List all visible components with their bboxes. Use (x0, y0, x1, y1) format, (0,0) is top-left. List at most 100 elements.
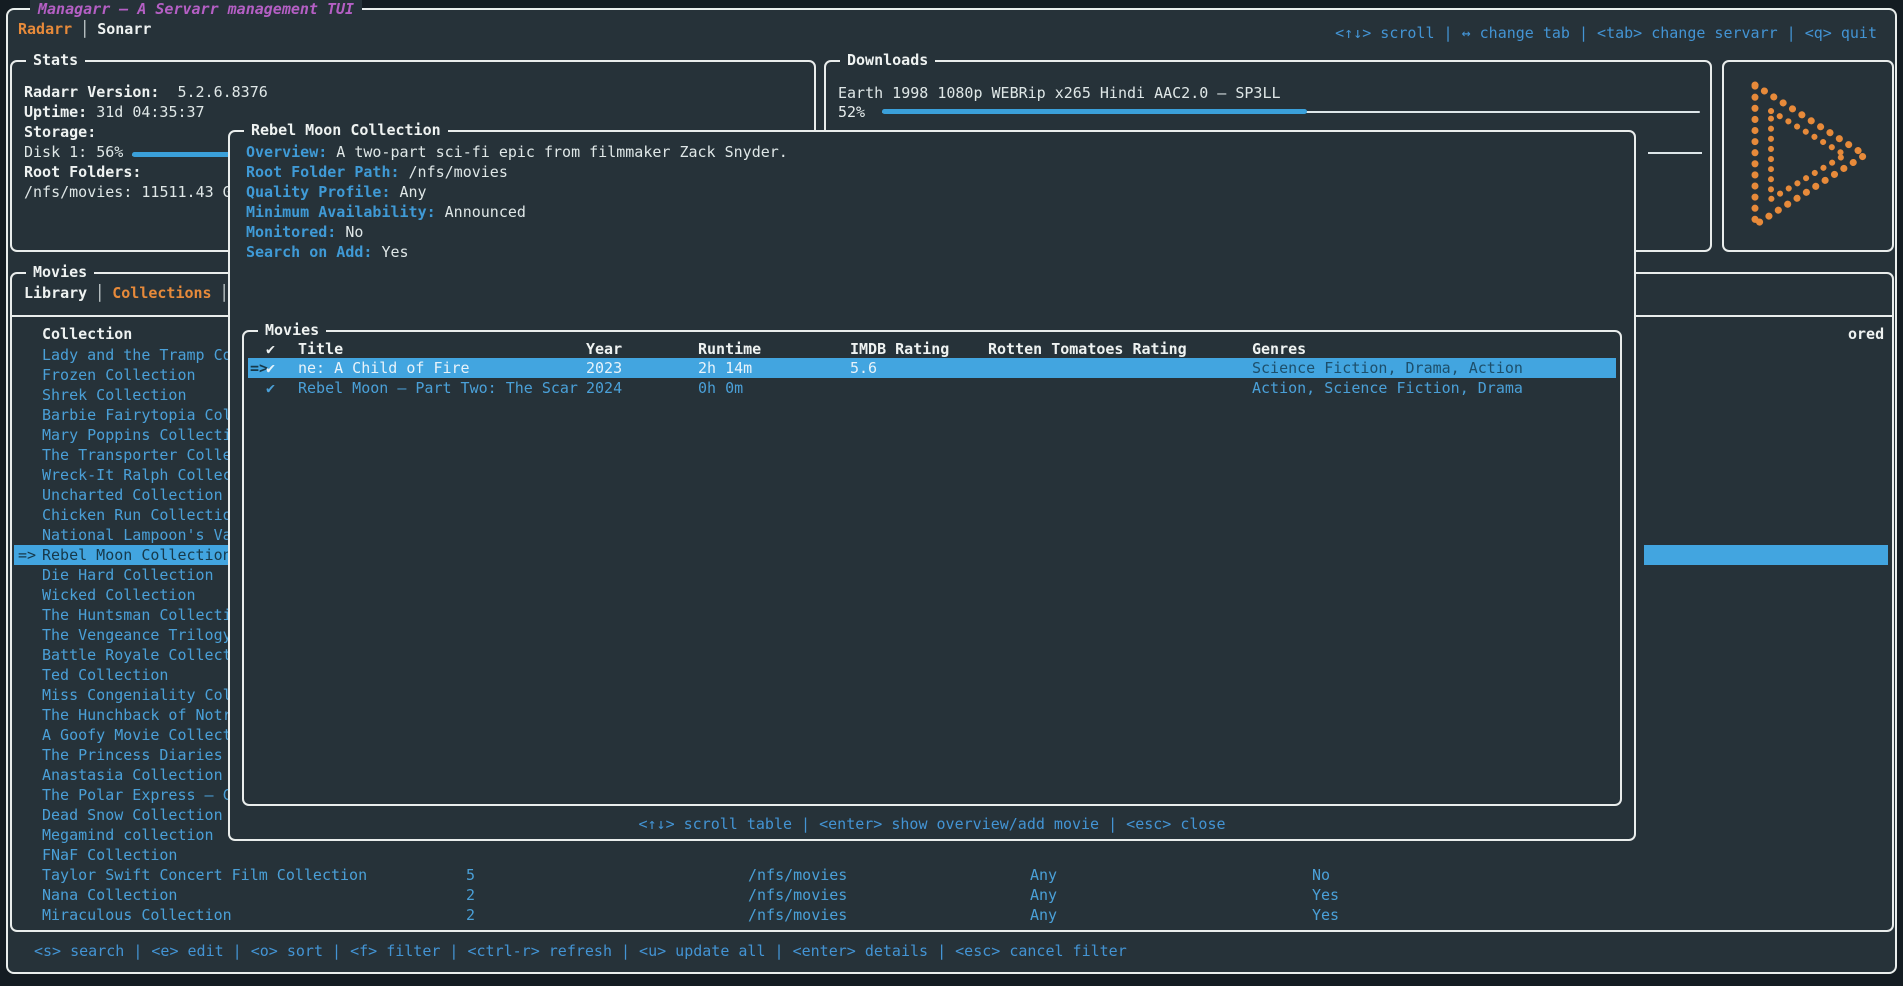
collection-list-item[interactable]: A Goofy Movie Collect (14, 725, 232, 745)
collection-name: Nana Collection (42, 885, 177, 905)
field-value: Any (400, 183, 427, 201)
collection-list-item[interactable]: Miss Congeniality Col (14, 685, 232, 705)
collection-list-item[interactable]: Barbie Fairytopia Col (14, 405, 232, 425)
collection-list-item[interactable]: =>Rebel Moon Collection (14, 545, 232, 565)
movie-year: 2024 (586, 378, 622, 398)
field-label: Overview: (246, 143, 327, 161)
collection-list-item[interactable]: Shrek Collection (14, 385, 232, 405)
servarr-tab-bar: Radarr│Sonarr (18, 20, 151, 38)
collection-list-item[interactable]: The Huntsman Collecti (14, 605, 232, 625)
field-label: Root Folder Path: (246, 163, 400, 181)
collection-table-row[interactable]: Taylor Swift Concert Film Collection 5 /… (14, 865, 1888, 885)
monitored-check-icon: ✔ (266, 358, 275, 378)
collection-quality-profile: Any (1030, 865, 1057, 885)
field-label: Minimum Availability: (246, 203, 436, 221)
collection-list-item[interactable]: The Transporter Colle (14, 445, 232, 465)
monitored-check-icon: ✔ (266, 378, 275, 398)
movie-genres: Action, Science Fiction, Drama (1252, 378, 1523, 398)
collection-list-item[interactable]: FNaF Collection (14, 845, 232, 865)
tab-radarr[interactable]: Radarr (18, 20, 72, 38)
collection-list-item[interactable]: Frozen Collection (14, 365, 232, 385)
tab-library[interactable]: Library (24, 284, 87, 302)
collection-root-folder: /nfs/movies (748, 905, 847, 925)
stats-panel-title: Stats (26, 51, 85, 69)
collection-field: Root Folder Path: /nfs/movies (246, 162, 788, 182)
movie-title: Rebel Moon – Part Two: The Scar (298, 378, 584, 398)
collection-field: Search on Add:Yes (246, 242, 788, 262)
tab-collections[interactable]: Collections (112, 284, 211, 302)
collection-details-modal: Rebel Moon Collection Overview:A two-par… (228, 130, 1636, 841)
download-progress-bar (882, 109, 1700, 115)
stat-version: Radarr Version:5.2.6.8376 (24, 82, 814, 102)
bottom-keybind-hints: <s> search | <e> edit | <o> sort | <f> f… (34, 942, 1127, 960)
tab-sonarr[interactable]: Sonarr (97, 20, 151, 38)
collection-column-header: Collection (42, 325, 132, 343)
collection-list-item[interactable]: The Hunchback of Notr (14, 705, 232, 725)
download-progress-fragment (1648, 152, 1702, 154)
modal-movies-title: Movies (258, 321, 326, 339)
movies-table-body: => ✔ ne: A Child of Fire 2023 2h 14m 5.6… (248, 358, 1616, 398)
selection-arrow-icon: => (18, 545, 36, 565)
collection-list-item[interactable]: Uncharted Collection (14, 485, 232, 505)
collection-list-item[interactable]: Wreck-It Ralph Collec (14, 465, 232, 485)
collection-list-item[interactable]: Battle Royale Collect (14, 645, 232, 665)
managarr-play-logo-icon (1733, 75, 1883, 235)
monitored-check-column: ✔ (266, 340, 275, 358)
collection-list-item[interactable]: Megamind collection (14, 825, 232, 845)
collection-movie-count: 5 (466, 865, 475, 885)
download-item-title: Earth 1998 1080p WEBRip x265 Hindi AAC2.… (838, 84, 1710, 103)
collection-list-item[interactable]: National Lampoon's Va (14, 525, 232, 545)
field-value: A two-part sci-fi epic from filmmaker Za… (336, 143, 788, 161)
logo-panel (1722, 60, 1894, 252)
collection-name: Miraculous Collection (42, 905, 232, 925)
collection-list-item[interactable]: Mary Poppins Collecti (14, 425, 232, 445)
collection-name: Taylor Swift Concert Film Collection (42, 865, 367, 885)
movie-genres: Science Fiction, Drama, Action (1252, 358, 1523, 378)
collection-fields: Overview: A two-part sci-fi epic from fil… (246, 142, 788, 262)
field-value: Yes (381, 243, 408, 261)
collection-list-item[interactable]: Ted Collection (14, 665, 232, 685)
collection-field: Overview: A two-part sci-fi epic from fil… (246, 142, 788, 162)
collection-quality-profile: Any (1030, 905, 1057, 925)
modal-keybind-hints: <↑↓> scroll table | <enter> show overvie… (230, 815, 1634, 833)
field-value: /nfs/movies (409, 163, 508, 181)
selected-row-highlight-fragment (1644, 545, 1888, 565)
collection-table-row[interactable]: Miraculous Collection 2 /nfs/movies Any … (14, 905, 1888, 925)
collection-list-item[interactable]: The Vengeance Trilogy (14, 625, 232, 645)
app-title: Managarr – A Servarr management TUI (30, 0, 362, 18)
collection-field: Monitored:No (246, 222, 788, 242)
collection-movie-count: 2 (466, 885, 475, 905)
collection-table-rows: Taylor Swift Concert Film Collection 5 /… (14, 865, 1888, 925)
collection-root-folder: /nfs/movies (748, 885, 847, 905)
movie-runtime: 2h 14m (698, 358, 752, 378)
monitored-column-header-fragment: ored (1848, 325, 1884, 343)
modal-title: Rebel Moon Collection (244, 121, 448, 139)
movies-tab-bar: Library│Collections│ (24, 284, 237, 302)
downloads-panel-title: Downloads (840, 51, 935, 69)
collection-list-item[interactable]: Chicken Run Collectio (14, 505, 232, 525)
collection-monitored: Yes (1312, 905, 1339, 925)
collection-list-item[interactable]: The Princess Diaries (14, 745, 232, 765)
collection-list: Lady and the Tramp CoFrozen CollectionSh… (14, 345, 232, 865)
collection-list-item[interactable]: The Polar Express – C (14, 785, 232, 805)
collection-monitored: Yes (1312, 885, 1339, 905)
stat-uptime: Uptime:31d 04:35:37 (24, 102, 814, 122)
movie-row[interactable]: => ✔ ne: A Child of Fire 2023 2h 14m 5.6… (248, 358, 1616, 378)
collection-table-row[interactable]: Nana Collection 2 /nfs/movies Any Yes (14, 885, 1888, 905)
collection-field: Minimum Availability:Announced (246, 202, 788, 222)
collection-movie-count: 2 (466, 905, 475, 925)
movie-runtime: 0h 0m (698, 378, 743, 398)
collection-list-item[interactable]: Anastasia Collection (14, 765, 232, 785)
collection-field: Quality Profile:Any (246, 182, 788, 202)
collection-list-item[interactable]: Dead Snow Collection (14, 805, 232, 825)
collection-list-item[interactable]: Lady and the Tramp Co (14, 345, 232, 365)
collection-root-folder: /nfs/movies (748, 865, 847, 885)
modal-movies-subpanel: Movies ✔ Title Year Runtime IMDB Rating … (242, 330, 1622, 806)
managarr-screen: Managarr – A Servarr management TUI Rada… (0, 0, 1903, 986)
movie-row[interactable]: ✔ Rebel Moon – Part Two: The Scar 2024 0… (248, 378, 1616, 398)
collection-list-item[interactable]: Wicked Collection (14, 585, 232, 605)
collection-list-item[interactable]: Die Hard Collection (14, 565, 232, 585)
tab-separator: │ (87, 284, 112, 302)
movie-title: ne: A Child of Fire (298, 358, 584, 378)
movie-year: 2023 (586, 358, 622, 378)
